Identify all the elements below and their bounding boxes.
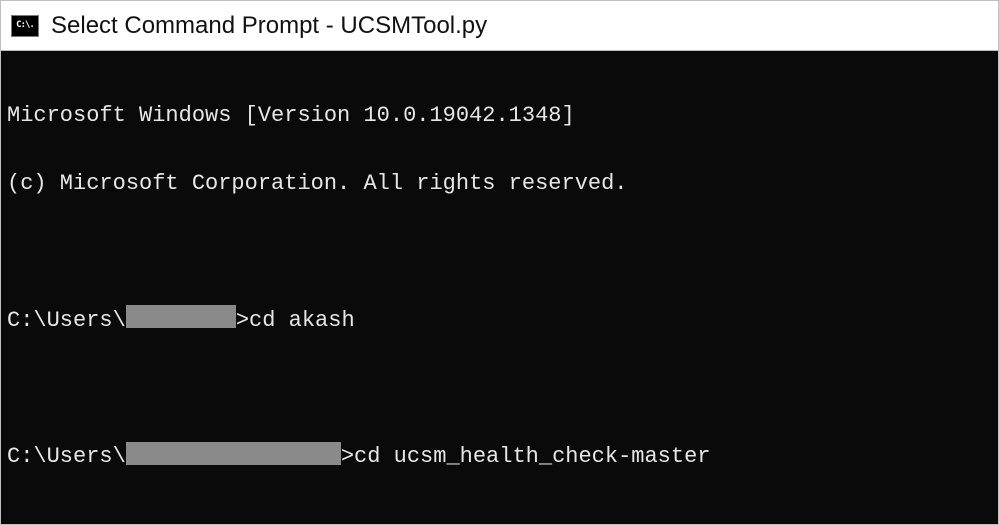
titlebar[interactable]: C:\. Select Command Prompt - UCSMTool.py — [1, 1, 998, 51]
blank-line — [7, 508, 992, 524]
terminal-icon: C:\. — [11, 15, 39, 37]
command-text: >cd akash — [236, 308, 355, 333]
redacted-username — [126, 305, 236, 328]
command-prompt-window: C:\. Select Command Prompt - UCSMTool.py… — [0, 0, 999, 525]
blank-line — [7, 235, 992, 269]
banner-line: Microsoft Windows [Version 10.0.19042.13… — [7, 99, 992, 133]
window-title: Select Command Prompt - UCSMTool.py — [51, 12, 487, 40]
command-text: >cd ucsm_health_check-master — [341, 444, 711, 469]
prompt-line: C:\Users\ >cd ucsm_health_check-master — [7, 440, 992, 474]
path-prefix: C:\Users\ — [7, 444, 126, 469]
terminal-output[interactable]: Microsoft Windows [Version 10.0.19042.13… — [1, 51, 998, 524]
redacted-path — [126, 442, 341, 465]
path-prefix: C:\Users\ — [7, 308, 126, 333]
banner-line: (c) Microsoft Corporation. All rights re… — [7, 167, 992, 201]
prompt-line: C:\Users\ >cd akash — [7, 304, 992, 338]
blank-line — [7, 372, 992, 406]
